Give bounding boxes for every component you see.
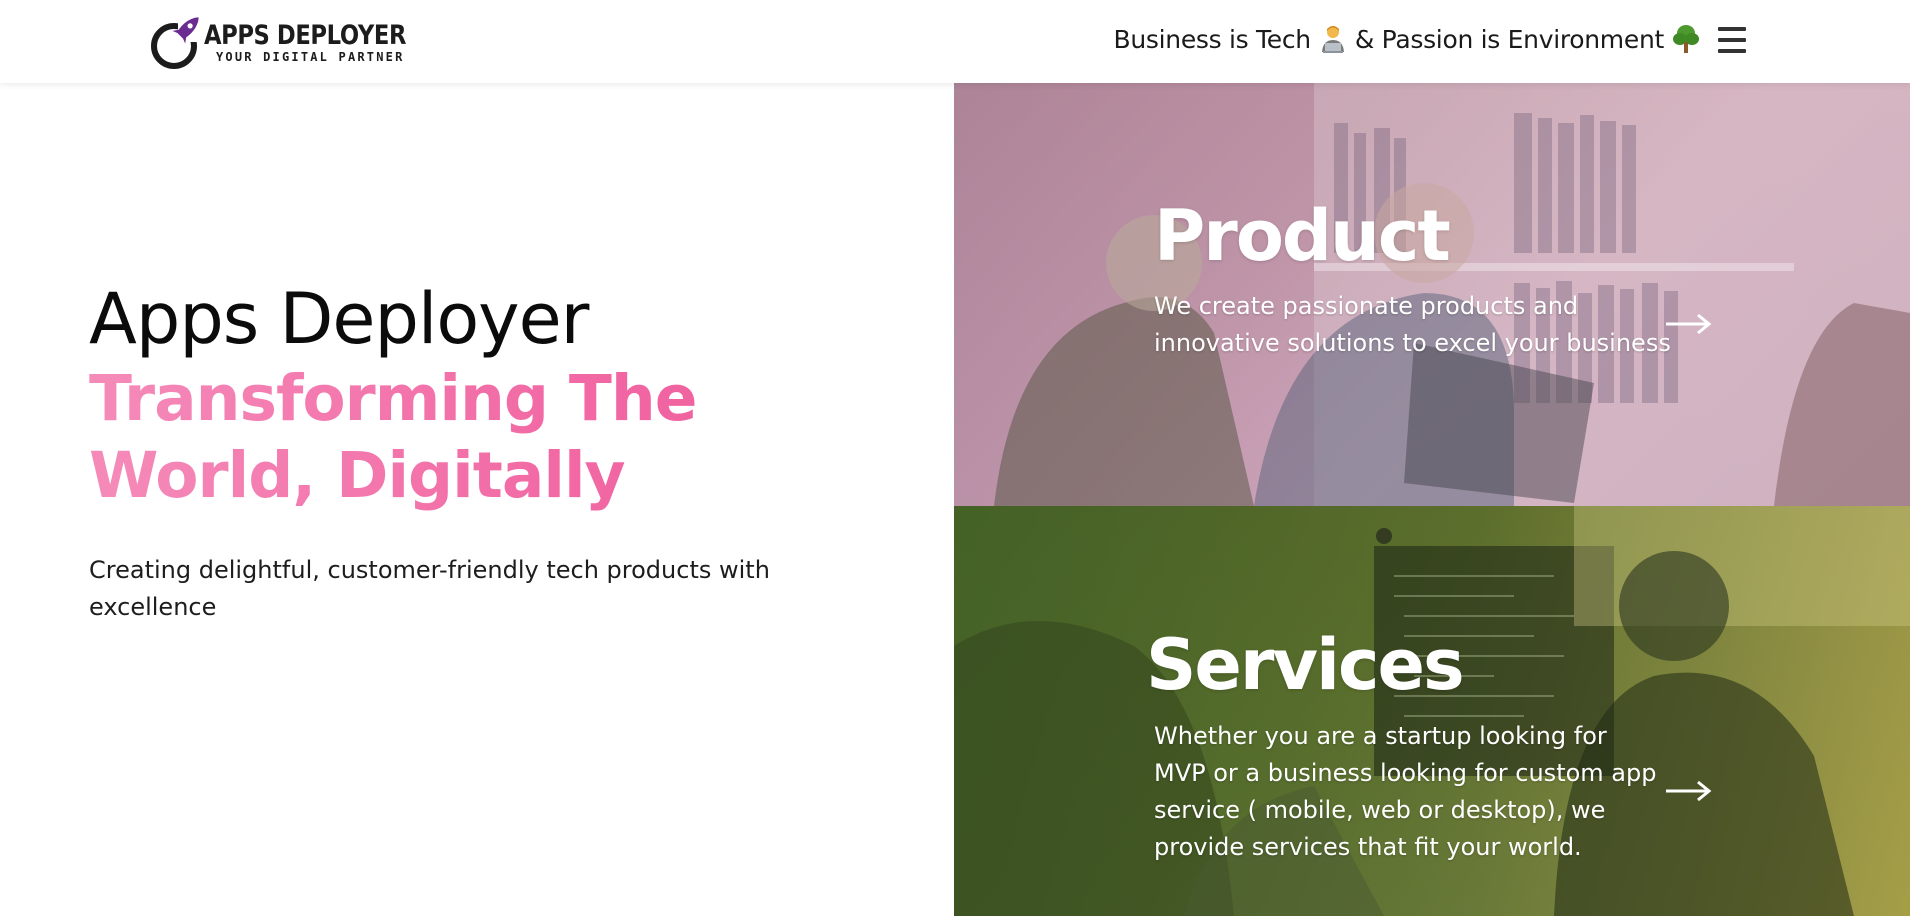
services-title: Services xyxy=(1146,624,1465,706)
logo[interactable]: APPS DEPLOYER YOUR DIGITAL PARTNER xyxy=(148,8,418,72)
hero-description: Creating delightful, customer-friendly t… xyxy=(89,556,770,621)
arrow-right-icon[interactable] xyxy=(1664,780,1712,802)
product-description: We create passionate products and innova… xyxy=(1154,292,1671,357)
hamburger-menu-icon[interactable] xyxy=(1716,25,1748,55)
tree-emoji-icon xyxy=(1673,25,1699,53)
technologist-emoji-icon xyxy=(1321,26,1344,53)
site-header: APPS DEPLOYER YOUR DIGITAL PARTNER Busin… xyxy=(0,0,1910,83)
logo-tagline: YOUR DIGITAL PARTNER xyxy=(216,50,405,64)
services-card[interactable]: Services Whether you are a startup looki… xyxy=(954,506,1910,916)
hero-title: Apps Deployer xyxy=(89,278,589,360)
services-description: Whether you are a startup looking for MV… xyxy=(1154,722,1657,861)
product-card[interactable]: Product We create passionate products an… xyxy=(954,83,1910,506)
hero-subtitle: Transforming The World, Digitally xyxy=(89,360,849,514)
tagline-passion: & Passion is Environment xyxy=(1354,24,1664,54)
logo-title: APPS DEPLOYER xyxy=(204,20,407,51)
rocket-icon xyxy=(151,12,208,69)
arrow-right-icon[interactable] xyxy=(1664,313,1712,335)
product-title: Product xyxy=(1154,195,1451,277)
header-tagline: Business is Tech & Passion is Environmen… xyxy=(1114,24,1700,54)
tagline-business: Business is Tech xyxy=(1113,24,1312,54)
